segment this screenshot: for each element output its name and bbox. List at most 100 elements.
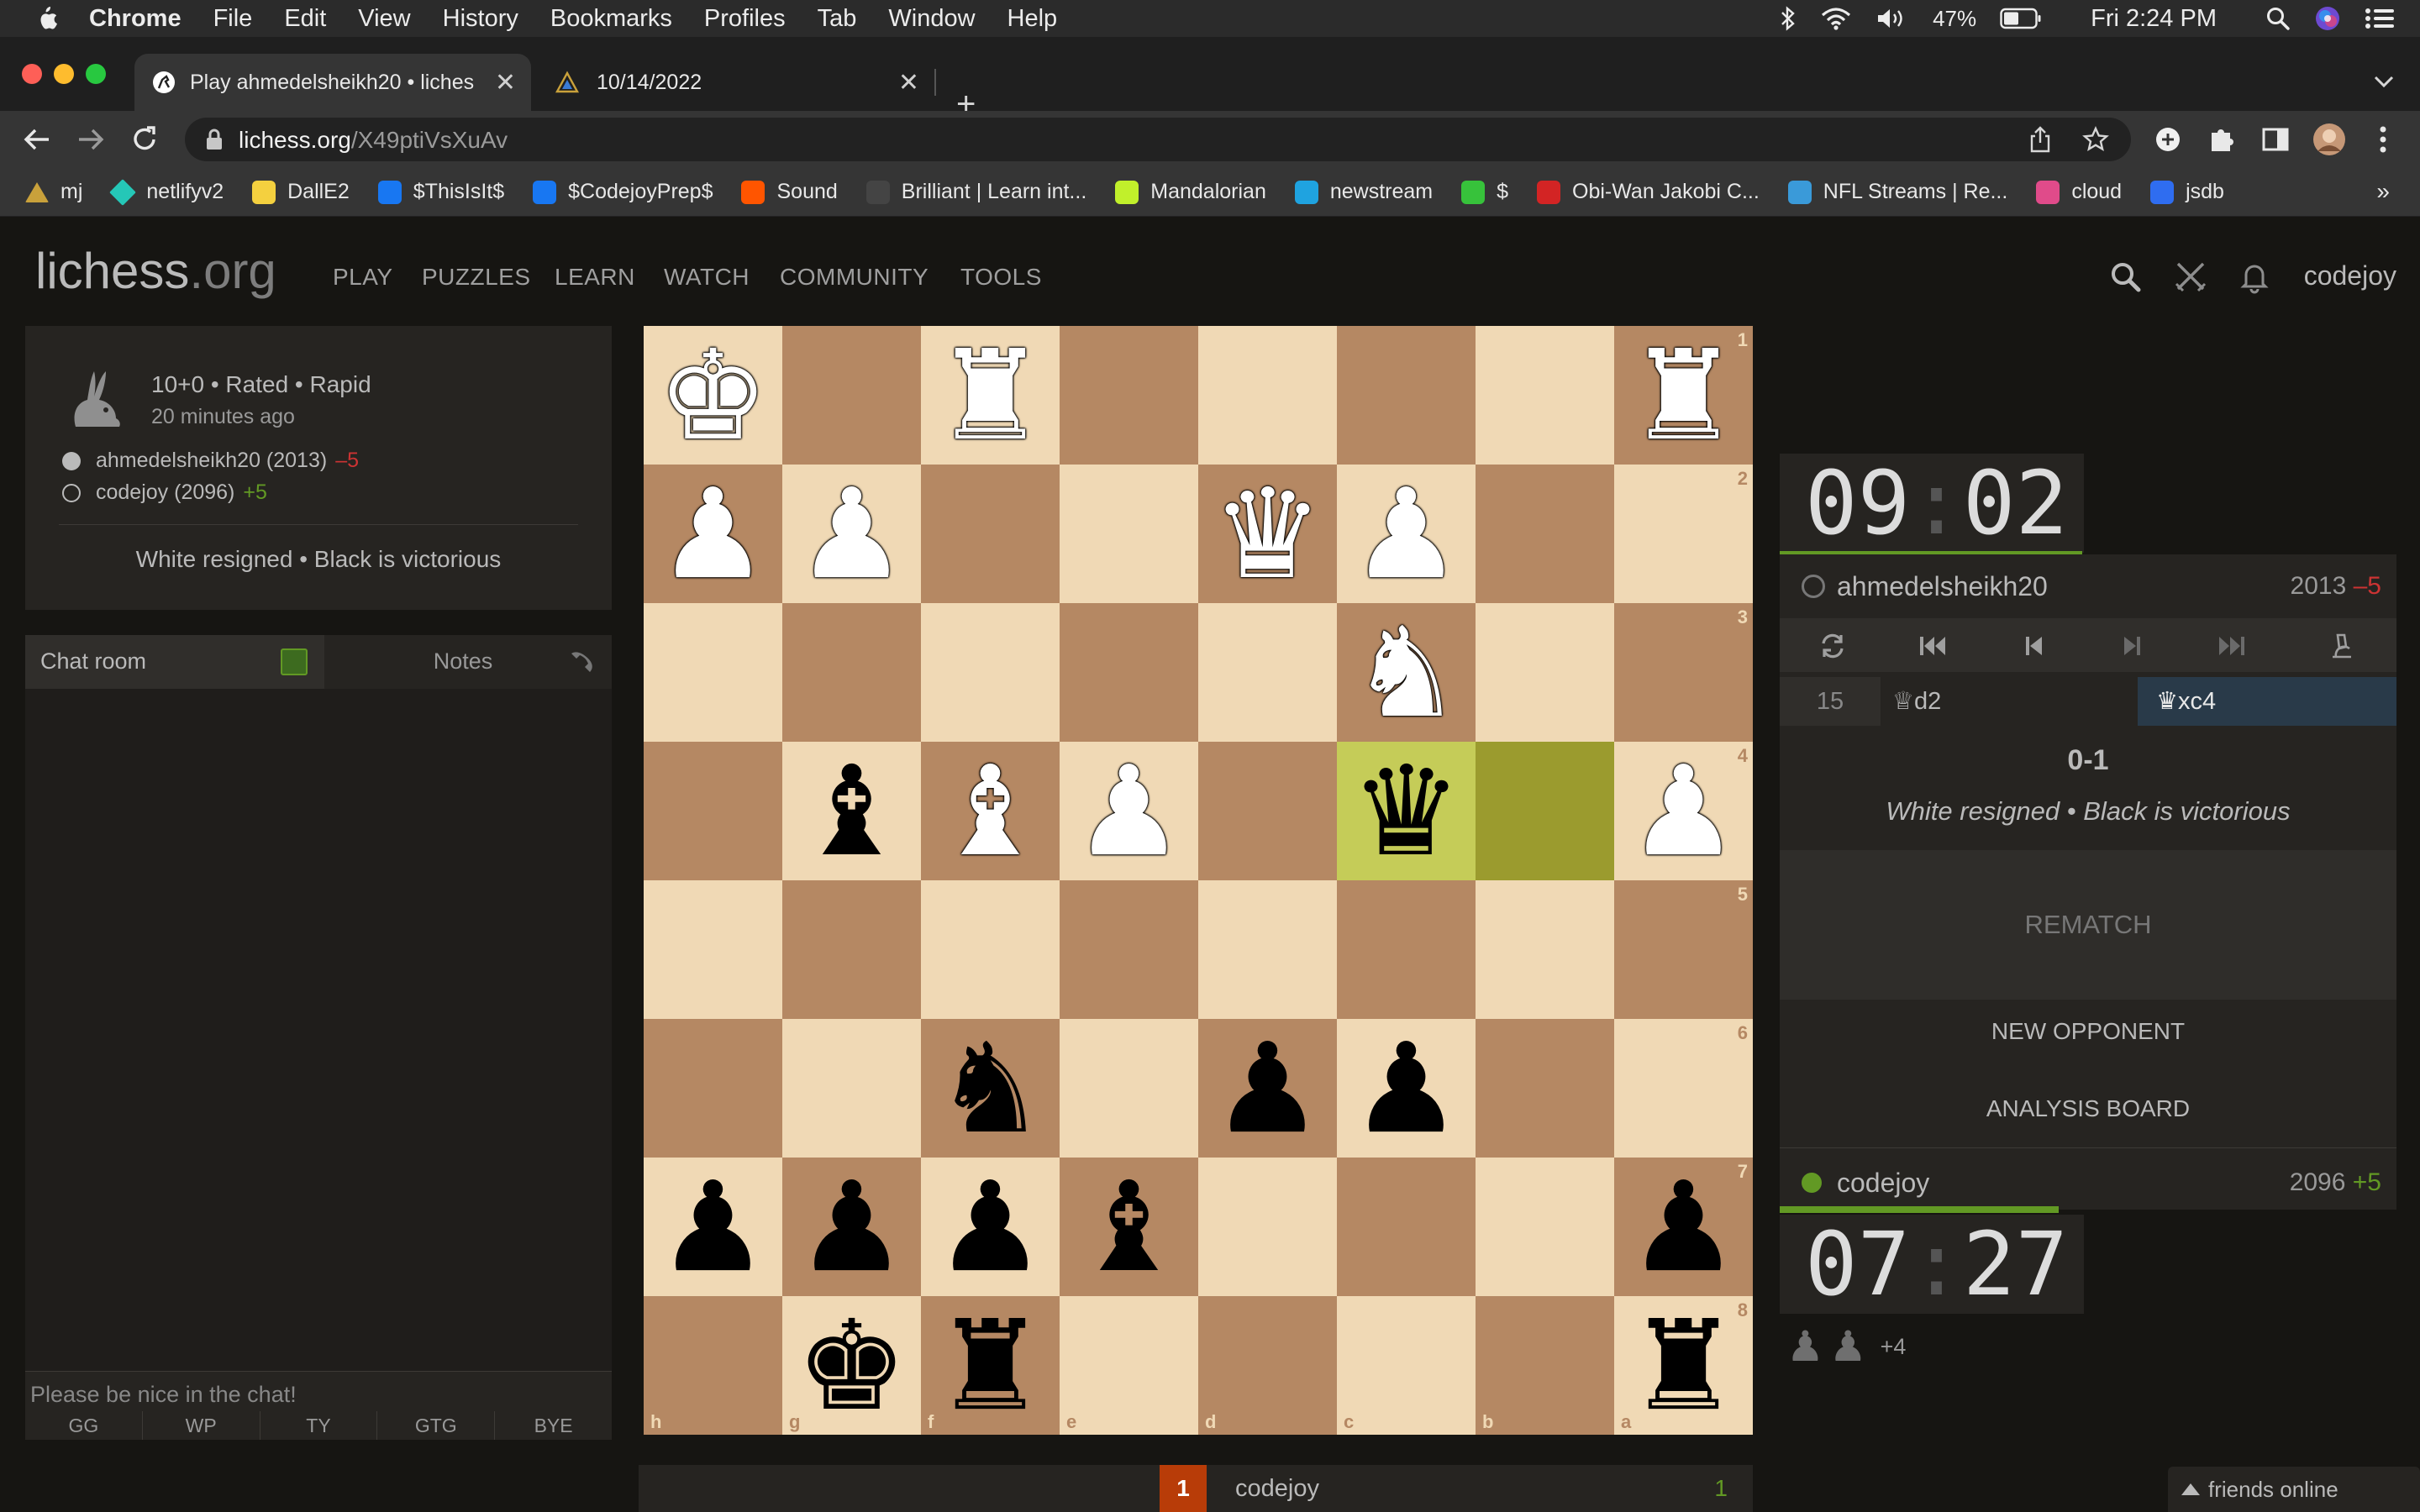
header-username[interactable]: codejoy [2304, 260, 2396, 291]
board-square-f7[interactable]: ♟ [921, 1158, 1060, 1296]
white-pawn[interactable]: ♟ [782, 465, 921, 603]
lichess-logo[interactable]: lichess.org [35, 242, 276, 300]
menu-tab[interactable]: Tab [818, 5, 857, 33]
white-pawn[interactable]: ♟ [644, 465, 782, 603]
white-move[interactable]: ♕d2 [1881, 677, 2138, 726]
chess-board[interactable]: ♚ ♜ 1 ♜ ♟ ♟ ♛ ♟ 2 ♞ 3 ♝ ♝ ♟ ♛ 4 ♟ 5 ♞ ♟ ♟ 6 ♟ ♟ ♟ ♝ 7 ♟ h g ♚ f ♜ e d c b 8 a ♜ [644, 326, 1753, 1435]
spotlight-search-icon[interactable] [2265, 6, 2291, 31]
board-square-e5[interactable] [1060, 880, 1198, 1019]
board-square-h1[interactable]: ♚ [644, 326, 782, 465]
board-square-f6[interactable]: ♞ [921, 1019, 1060, 1158]
extensions-puzzle-icon[interactable] [2207, 123, 2237, 156]
lock-icon[interactable] [205, 128, 224, 151]
board-square-b1[interactable] [1476, 326, 1614, 465]
analysis-board-button[interactable]: ANALYSIS BOARD [1780, 1095, 2396, 1122]
board-square-h3[interactable] [644, 603, 782, 742]
black-queen[interactable]: ♛ [1337, 742, 1476, 880]
white-pawn[interactable]: ♟ [1060, 742, 1198, 880]
nav-tools[interactable]: TOOLS [960, 264, 1042, 291]
bookmark-item[interactable]: Obi-Wan Jakobi C... [1537, 180, 1760, 204]
black-move-selected[interactable]: ♛xc4 [2138, 677, 2396, 726]
my-name[interactable]: codejoy [1837, 1168, 1929, 1199]
tab-chat-room[interactable]: Chat room [25, 635, 324, 689]
board-square-c4[interactable]: ♛ [1337, 742, 1476, 880]
white-pawn[interactable]: ♟ [1337, 465, 1476, 603]
board-square-c7[interactable] [1337, 1158, 1476, 1296]
white-player-link[interactable]: ahmedelsheikh20 (2013) [96, 449, 327, 473]
preset-gtg[interactable]: GTG [377, 1411, 496, 1440]
menu-bookmarks[interactable]: Bookmarks [550, 5, 672, 33]
board-square-h7[interactable]: ♟ [644, 1158, 782, 1296]
previous-move-icon[interactable] [2022, 632, 2047, 660]
board-square-d2[interactable]: ♛ [1198, 465, 1337, 603]
black-player-link[interactable]: codejoy (2096) [96, 480, 234, 505]
wifi-icon[interactable] [1820, 6, 1852, 31]
tab-close-icon[interactable]: ✕ [495, 68, 516, 97]
rematch-button[interactable]: REMATCH [1780, 850, 2396, 1000]
board-square-e3[interactable] [1060, 603, 1198, 742]
bookmark-item[interactable]: $ThisIsIt$ [377, 180, 504, 204]
board-square-d4[interactable] [1198, 742, 1337, 880]
board-square-a5[interactable]: 5 [1614, 880, 1753, 1019]
analysis-microscope-icon[interactable] [2328, 632, 2356, 660]
opponent-name[interactable]: ahmedelsheikh20 [1837, 571, 2048, 602]
bookmark-item[interactable]: Brilliant | Learn int... [865, 180, 1086, 204]
board-square-c2[interactable]: ♟ [1337, 465, 1476, 603]
bookmark-item[interactable]: Mandalorian [1115, 180, 1266, 204]
chat-input[interactable]: Please be nice in the chat! [25, 1371, 612, 1415]
black-bishop[interactable]: ♝ [1060, 1158, 1198, 1296]
tab-date[interactable]: 10/14/2022 ✕ [538, 54, 934, 111]
bookmark-item[interactable]: NFL Streams | Re... [1787, 180, 2007, 204]
black-pawn[interactable]: ♟ [921, 1158, 1060, 1296]
menu-profiles[interactable]: Profiles [704, 5, 786, 33]
extension-circle-icon[interactable] [2153, 123, 2183, 156]
board-square-f3[interactable] [921, 603, 1060, 742]
preset-ty[interactable]: TY [260, 1411, 378, 1440]
black-pawn[interactable]: ♟ [644, 1158, 782, 1296]
window-close-button[interactable] [22, 64, 42, 84]
black-rook[interactable]: ♜ [1614, 1296, 1753, 1435]
last-move-icon[interactable] [2217, 632, 2247, 660]
menu-help[interactable]: Help [1007, 5, 1058, 33]
preset-wp[interactable]: WP [143, 1411, 260, 1440]
board-square-b2[interactable] [1476, 465, 1614, 603]
board-square-g3[interactable] [782, 603, 921, 742]
notification-bell-icon[interactable] [2238, 260, 2270, 294]
chrome-menu-icon[interactable] [2378, 123, 2388, 156]
white-pawn[interactable]: ♟ [1614, 742, 1753, 880]
tab-notes[interactable]: Notes [324, 648, 602, 675]
bookmark-item[interactable]: DallE2 [252, 180, 350, 204]
board-square-a4[interactable]: 4 ♟ [1614, 742, 1753, 880]
bookmark-item[interactable]: cloud [2036, 180, 2122, 204]
board-square-b6[interactable] [1476, 1019, 1614, 1158]
menu-edit[interactable]: Edit [284, 5, 326, 33]
volume-icon[interactable] [1876, 6, 1909, 31]
board-square-f8[interactable]: f ♜ [921, 1296, 1060, 1435]
bluetooth-icon[interactable] [1780, 6, 1797, 31]
board-square-c8[interactable]: c [1337, 1296, 1476, 1435]
bookmark-item[interactable]: mj [25, 180, 82, 204]
black-pawn[interactable]: ♟ [1337, 1019, 1476, 1158]
window-minimize-button[interactable] [54, 64, 74, 84]
board-square-f2[interactable] [921, 465, 1060, 603]
nav-play[interactable]: PLAY [333, 264, 393, 291]
bookmark-item[interactable]: netlifyv2 [109, 178, 224, 206]
board-square-a7[interactable]: 7 ♟ [1614, 1158, 1753, 1296]
board-square-f4[interactable]: ♝ [921, 742, 1060, 880]
board-square-a8[interactable]: 8 a ♜ [1614, 1296, 1753, 1435]
white-knight[interactable]: ♞ [1337, 603, 1476, 742]
battery-icon[interactable] [2000, 8, 2042, 29]
black-pawn[interactable]: ♟ [782, 1158, 921, 1296]
siri-icon[interactable] [2314, 5, 2341, 32]
black-rook[interactable]: ♜ [921, 1296, 1060, 1435]
back-arrow-icon[interactable] [22, 123, 52, 156]
board-square-f1[interactable]: ♜ [921, 326, 1060, 465]
chat-toggle-checkbox[interactable] [281, 648, 308, 675]
board-square-e2[interactable] [1060, 465, 1198, 603]
share-icon[interactable] [2028, 126, 2052, 153]
board-square-g1[interactable] [782, 326, 921, 465]
side-panel-icon[interactable] [2260, 123, 2291, 156]
new-opponent-button[interactable]: NEW OPPONENT [1780, 1018, 2396, 1045]
board-square-c5[interactable] [1337, 880, 1476, 1019]
board-square-d6[interactable]: ♟ [1198, 1019, 1337, 1158]
